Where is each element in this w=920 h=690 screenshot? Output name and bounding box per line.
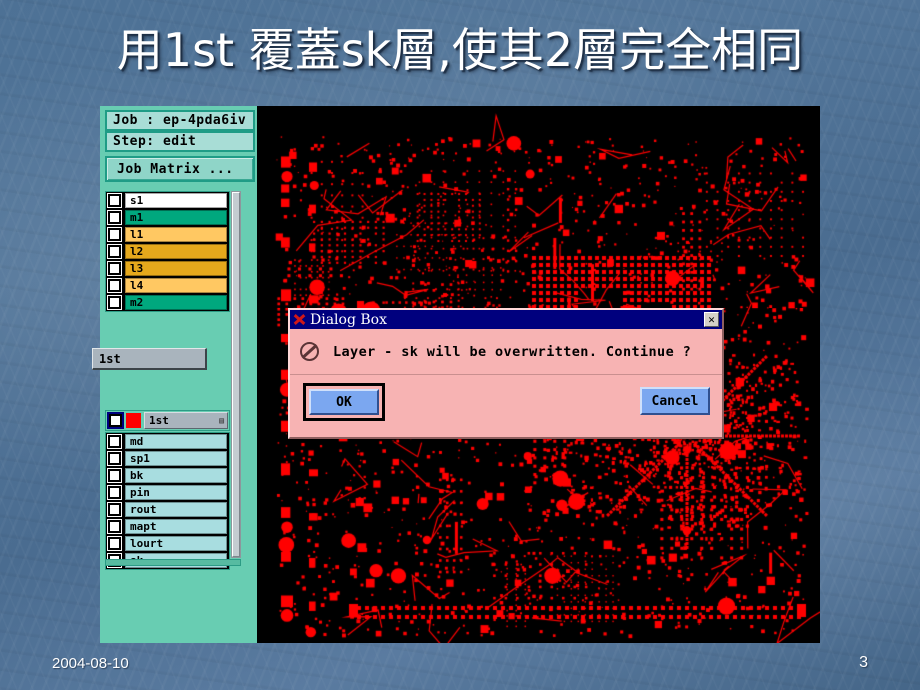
layer-checkbox-icon[interactable] <box>108 245 121 258</box>
layer-row[interactable]: l4 <box>106 277 229 294</box>
layer-row[interactable]: bk <box>106 467 229 484</box>
layer-checkbox-icon[interactable] <box>108 537 121 550</box>
close-icon[interactable]: ✕ <box>704 312 719 327</box>
layer-name[interactable]: rout <box>125 502 227 517</box>
layer-checkbox-icon[interactable] <box>108 435 121 448</box>
ok-button-focus-ring: OK <box>303 383 385 421</box>
layer-row-selected[interactable]: 1st ▤ <box>105 410 230 431</box>
ok-button[interactable]: OK <box>309 389 379 415</box>
layer-checkbox-icon[interactable] <box>108 279 121 292</box>
layer-row[interactable]: pin <box>106 484 229 501</box>
dialog-title-text: Dialog Box <box>310 311 387 328</box>
footer-page-number: 3 <box>859 654 868 671</box>
job-matrix-button[interactable]: Job Matrix ... <box>105 156 255 182</box>
layer-label: 1st <box>149 414 169 427</box>
prohibited-icon <box>300 342 319 361</box>
layer-checkbox-icon[interactable] <box>108 211 121 224</box>
footer-date: 2004-08-10 <box>52 655 129 672</box>
confirm-dialog: Dialog Box ✕ Layer - sk will be overwrit… <box>288 308 724 439</box>
layer-name[interactable]: pin <box>125 485 227 500</box>
layer-row[interactable]: lourt <box>106 535 229 552</box>
cancel-button[interactable]: Cancel <box>640 387 710 415</box>
layer-checkbox-icon[interactable] <box>108 296 121 309</box>
layer-name[interactable]: l1 <box>125 227 227 242</box>
x-logo-icon <box>292 312 307 327</box>
layer-name[interactable]: m1 <box>125 210 227 225</box>
layer-row[interactable]: rout <box>106 501 229 518</box>
layer-name[interactable]: s1 <box>125 193 227 208</box>
layer-list-upper[interactable]: s1 m1 l1 l2 l3 l4 m2 <box>105 191 230 312</box>
dialog-button-row: OK Cancel <box>290 375 722 435</box>
layer-row[interactable]: sp1 <box>106 450 229 467</box>
layer-row[interactable]: m1 <box>106 209 229 226</box>
layer-name[interactable]: l2 <box>125 244 227 259</box>
layer-checkbox-icon[interactable] <box>108 503 121 516</box>
layer-checkbox-icon[interactable] <box>108 469 121 482</box>
layer-checkbox-icon[interactable] <box>108 452 121 465</box>
dialog-message: Layer - sk will be overwritten. Continue… <box>333 343 692 360</box>
layer-list-lower[interactable]: mdsp1bkpinroutmaptlourtsk <box>105 432 230 570</box>
panel-divider <box>105 559 241 566</box>
layer-grip-icon: ▤ <box>219 416 224 425</box>
layer-row[interactable]: md <box>106 433 229 450</box>
layer-name[interactable]: l4 <box>125 278 227 293</box>
layer-name[interactable]: sp1 <box>125 451 227 466</box>
step-field[interactable]: Step: edit <box>105 131 255 152</box>
scrollbar-thumb[interactable] <box>232 192 240 557</box>
layer-tooltip: 1st <box>92 348 207 370</box>
layer-tool-panel: Job : ep-4pda6iv Step: edit Job Matrix .… <box>100 106 257 643</box>
layer-row[interactable]: m2 <box>106 294 229 311</box>
page-title: 用1st 覆蓋sk層,使其2層完全相同 <box>116 23 804 77</box>
layer-name[interactable]: md <box>125 434 227 449</box>
layer-checkbox-icon[interactable] <box>108 194 121 207</box>
layer-name[interactable]: lourt <box>125 536 227 551</box>
layer-name[interactable]: l3 <box>125 261 227 276</box>
layer-checkbox-icon[interactable] <box>109 414 122 427</box>
slide: 用1st 覆蓋sk層,使其2層完全相同 Job : ep-4pda6iv Ste… <box>0 0 920 690</box>
layer-checkbox-icon[interactable] <box>108 228 121 241</box>
layer-checkbox-icon[interactable] <box>108 486 121 499</box>
layer-name[interactable]: mapt <box>125 519 227 534</box>
layer-row[interactable]: l1 <box>106 226 229 243</box>
job-field[interactable]: Job : ep-4pda6iv <box>105 110 255 131</box>
layer-name[interactable]: m2 <box>125 295 227 310</box>
dialog-message-row: Layer - sk will be overwritten. Continue… <box>290 329 722 375</box>
layer-row[interactable]: l2 <box>106 243 229 260</box>
layer-color-swatch[interactable] <box>126 413 141 428</box>
layer-row[interactable]: l3 <box>106 260 229 277</box>
layer-row[interactable]: s1 <box>106 192 229 209</box>
layer-row[interactable]: mapt <box>106 518 229 535</box>
layer-list-scrollbar[interactable] <box>231 191 241 558</box>
dialog-titlebar[interactable]: Dialog Box ✕ <box>290 310 722 329</box>
layer-checkbox-icon[interactable] <box>108 520 121 533</box>
layer-checkbox-icon[interactable] <box>108 262 121 275</box>
layer-name-selected[interactable]: 1st ▤ <box>144 412 228 429</box>
layer-name[interactable]: bk <box>125 468 227 483</box>
